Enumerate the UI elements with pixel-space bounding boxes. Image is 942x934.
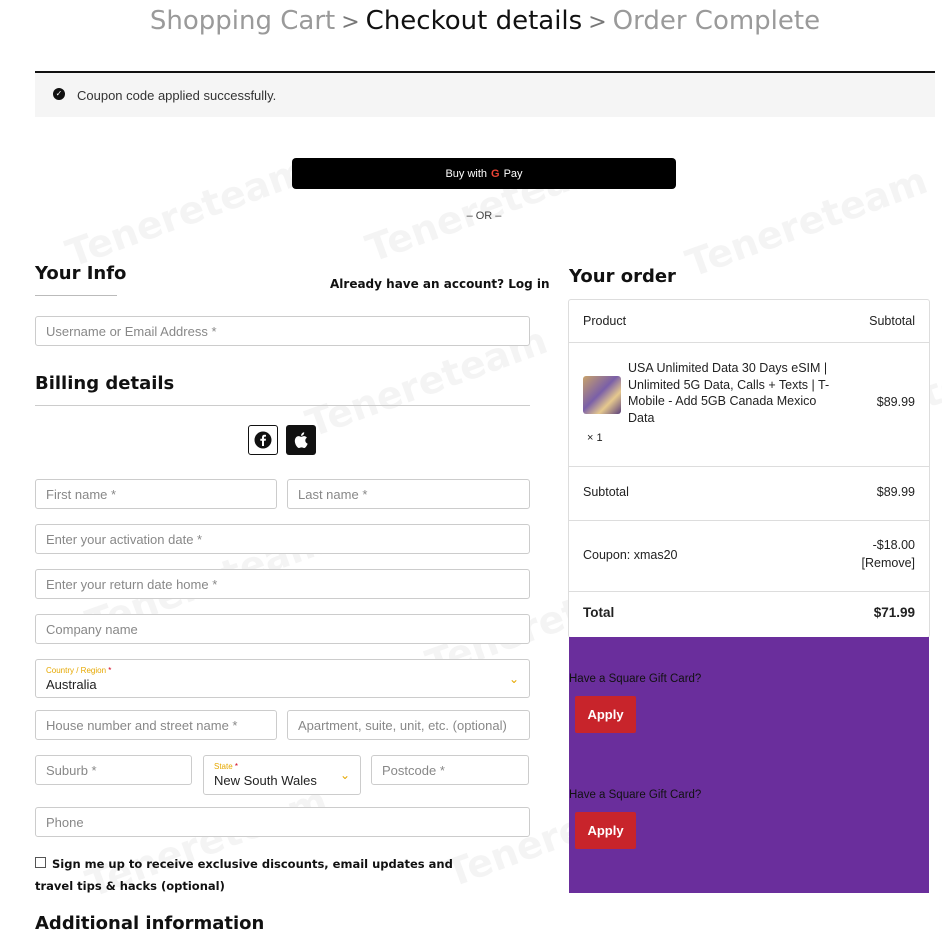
username-input[interactable]: Username or Email Address * [35,316,530,346]
chevron-down-icon: ⌄ [508,671,519,686]
last-name-input[interactable]: Last name * [287,479,530,509]
or-divider: – OR – [466,210,502,222]
order-coupon-row: Coupon: xmas20 -$18.00 [Remove] [569,521,929,592]
chevron-right-icon: > [341,10,360,35]
order-header-row: Product Subtotal [569,300,929,343]
coupon-notice: ✓ Coupon code applied successfully. [35,73,935,117]
state-label: State * [214,762,239,771]
apply-gift-card-button[interactable]: Apply [575,696,636,733]
gift-card-prompt: Have a Square Gift Card? [569,789,702,801]
product-quantity: × 1 [587,432,603,444]
notice-text: Coupon code applied successfully. [77,88,277,103]
postcode-input[interactable]: Postcode * [371,755,529,785]
signup-checkbox[interactable] [35,857,46,868]
billing-title: Billing details [35,373,175,394]
step-shopping-cart[interactable]: Shopping Cart [150,6,335,36]
chevron-right-icon: > [588,10,607,35]
first-name-input[interactable]: First name * [35,479,277,509]
additional-info-title: Additional information [35,913,265,934]
billing-divider [35,405,530,406]
order-summary: Product Subtotal USA Unlimited Data 30 D… [568,299,930,638]
return-date-input[interactable]: Enter your return date home * [35,569,530,599]
total-value: $71.99 [873,605,915,620]
watermark: Tenereteam [60,148,313,276]
total-label: Total [583,605,615,620]
state-select[interactable]: State * New South Wales ⌄ [203,755,361,795]
order-subtotal-row: Subtotal $89.99 [569,467,929,521]
country-label: Country / Region * [46,665,112,675]
col-product: Product [583,314,627,328]
street-input[interactable]: House number and street name * [35,710,277,740]
company-input[interactable]: Company name [35,614,530,644]
gift-card-panel: Have a Square Gift Card? Apply Have a Sq… [569,637,929,893]
gpay-prefix: Buy with [445,167,488,180]
coupon-discount: -$18.00 [872,538,915,552]
facebook-icon [254,431,272,449]
google-pay-button[interactable]: Buy with G Pay [292,158,676,189]
product-price: $89.99 [876,395,915,409]
order-product-row: USA Unlimited Data 30 Days eSIM | Unlimi… [569,343,929,467]
product-name: USA Unlimited Data 30 Days eSIM | Unlimi… [628,361,830,425]
phone-input[interactable]: Phone [35,807,530,837]
coupon-label: Coupon: xmas20 [583,548,678,562]
apply-gift-card-button[interactable]: Apply [575,812,636,849]
suburb-input[interactable]: Suburb * [35,755,192,785]
country-select[interactable]: Country / Region * Australia ⌄ [35,659,530,698]
state-value: New South Wales [214,773,317,788]
country-value: Australia [46,676,97,692]
your-info-underline [35,295,117,296]
checkmark-icon: ✓ [53,88,65,100]
step-order-complete: Order Complete [612,6,821,36]
your-order-title: Your order [569,266,676,287]
apartment-input[interactable]: Apartment, suite, unit, etc. (optional) [287,710,530,740]
coupon-remove-link[interactable]: [Remove] [862,556,916,570]
checkout-steps: Shopping Cart > Checkout details > Order Com… [0,6,942,36]
login-link[interactable]: Already have an account? Log in [330,277,550,291]
gift-card-prompt: Have a Square Gift Card? [569,673,702,685]
google-g-icon: G [491,167,500,180]
gpay-pay: Pay [503,167,523,180]
signup-label: Sign me up to receive exclusive discount… [35,857,453,893]
apple-login-button[interactable] [286,425,316,455]
apple-icon [294,432,308,448]
chevron-down-icon: ⌄ [339,768,350,782]
subtotal-value: $89.99 [876,485,915,499]
your-info-title: Your Info [35,263,127,284]
watermark: Tenereteam [680,158,933,286]
subtotal-label: Subtotal [583,485,629,499]
order-total-row: Total $71.99 [569,592,929,638]
step-checkout-details: Checkout details [365,6,583,36]
col-subtotal: Subtotal [869,314,915,328]
activation-date-input[interactable]: Enter your activation date * [35,524,530,554]
facebook-login-button[interactable] [248,425,278,455]
product-thumbnail [583,376,621,414]
